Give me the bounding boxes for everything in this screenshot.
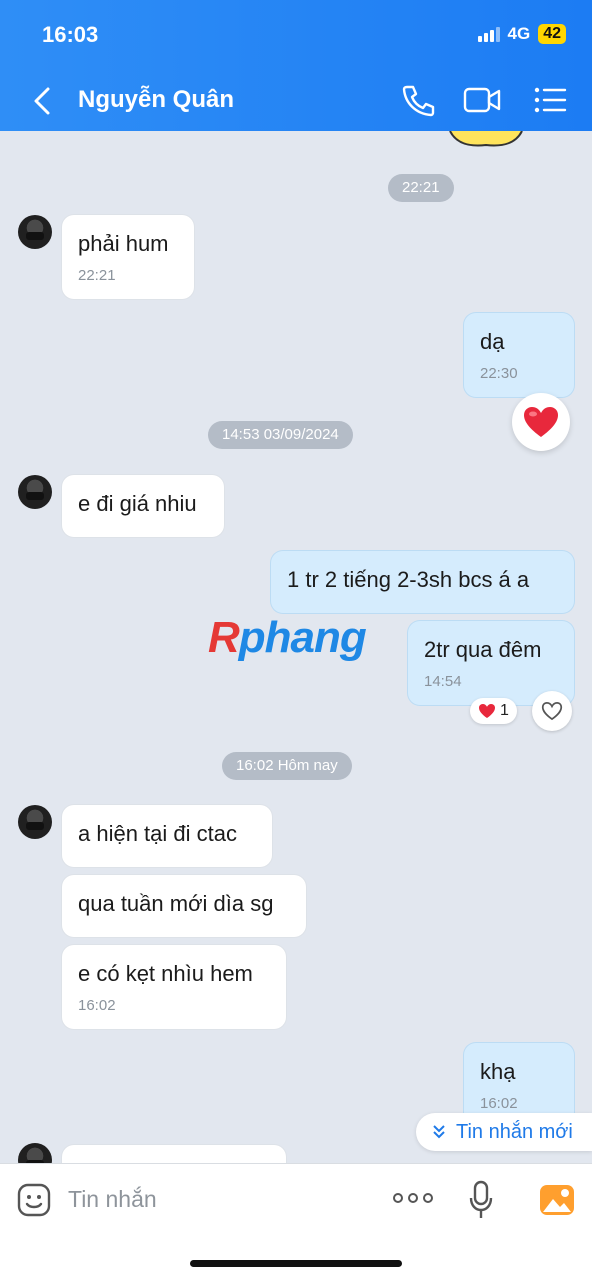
time-separator: 14:53 03/09/2024: [208, 421, 353, 449]
message-time: 22:21: [78, 267, 116, 284]
network-type: 4G: [507, 24, 531, 43]
message-text: 1 tr 2 tiếng 2-3sh bcs á a: [287, 567, 530, 592]
avatar[interactable]: [18, 805, 52, 839]
home-indicator: [190, 1260, 402, 1267]
back-arrow-icon[interactable]: [28, 84, 58, 118]
watermark-logo: Rphang: [208, 613, 367, 662]
phone-call-icon[interactable]: [398, 82, 438, 118]
new-messages-label: Tin nhắn mới: [456, 1120, 573, 1143]
avatar[interactable]: [18, 475, 52, 509]
heart-outline-icon: [541, 702, 563, 721]
video-call-icon[interactable]: [462, 82, 502, 118]
image-gallery-icon[interactable]: [538, 1182, 576, 1218]
sticker-image[interactable]: [446, 131, 526, 151]
message-bubble-outgoing[interactable]: dạ 22:30: [464, 313, 574, 397]
message-text: a hiện tại đi ctac: [78, 821, 237, 846]
message-input[interactable]: Tin nhắn: [68, 1186, 157, 1213]
message-bubble-outgoing[interactable]: 1 tr 2 tiếng 2-3sh bcs á a: [271, 551, 574, 613]
message-text: e đi giá nhiu: [78, 491, 197, 516]
chat-header: 16:03 4G 42 Nguyễn Quân: [0, 0, 592, 131]
microphone-icon[interactable]: [468, 1180, 494, 1220]
reaction-count-badge[interactable]: 1: [470, 698, 517, 724]
status-indicators: 4G 42: [477, 24, 566, 44]
message-bubble-incoming[interactable]: e đi giá nhiu: [62, 475, 224, 537]
double-chevron-down-icon: [433, 1125, 445, 1139]
message-time: 16:02: [78, 997, 116, 1014]
message-time: 16:02: [480, 1095, 518, 1112]
message-bubble-incoming[interactable]: phải hum 22:21: [62, 215, 194, 299]
message-bubble-incoming[interactable]: e có kẹt nhìu hem 16:02: [62, 945, 286, 1029]
status-time: 16:03: [42, 22, 99, 47]
time-separator: 22:21: [388, 174, 454, 202]
add-reaction-button[interactable]: [532, 691, 572, 731]
message-bubble-incoming[interactable]: [62, 1145, 286, 1163]
more-options-icon[interactable]: [392, 1188, 434, 1208]
avatar[interactable]: [18, 215, 52, 249]
message-bubble-incoming[interactable]: a hiện tại đi ctac: [62, 805, 272, 867]
message-time: 14:54: [424, 673, 462, 690]
message-input-bar: Tin nhắn: [0, 1163, 592, 1280]
message-text: qua tuần mới dìa sg: [78, 891, 274, 916]
message-list[interactable]: 22:21 phải hum 22:21 dạ 22:30 14:53 03/0…: [0, 131, 592, 1163]
message-text: 2tr qua đêm: [424, 637, 542, 662]
message-text: dạ: [480, 329, 505, 354]
signal-icon: [477, 26, 500, 42]
heart-icon: [524, 407, 558, 437]
menu-list-icon[interactable]: [532, 82, 572, 118]
new-messages-button[interactable]: Tin nhắn mới: [416, 1113, 592, 1151]
time-separator: 16:02 Hôm nay: [222, 752, 352, 780]
emoji-sticker-icon[interactable]: [16, 1182, 52, 1218]
message-text: e có kẹt nhìu hem: [78, 961, 253, 986]
battery-level: 42: [538, 24, 566, 44]
contact-name[interactable]: Nguyễn Quân: [78, 86, 234, 114]
heart-reaction[interactable]: [512, 393, 570, 451]
message-text: phải hum: [78, 231, 169, 256]
message-text: khạ: [480, 1059, 516, 1084]
avatar[interactable]: [18, 1143, 52, 1163]
message-bubble-incoming[interactable]: qua tuần mới dìa sg: [62, 875, 306, 937]
heart-icon: [479, 703, 495, 719]
message-time: 22:30: [480, 365, 518, 382]
reaction-count: 1: [500, 702, 509, 719]
